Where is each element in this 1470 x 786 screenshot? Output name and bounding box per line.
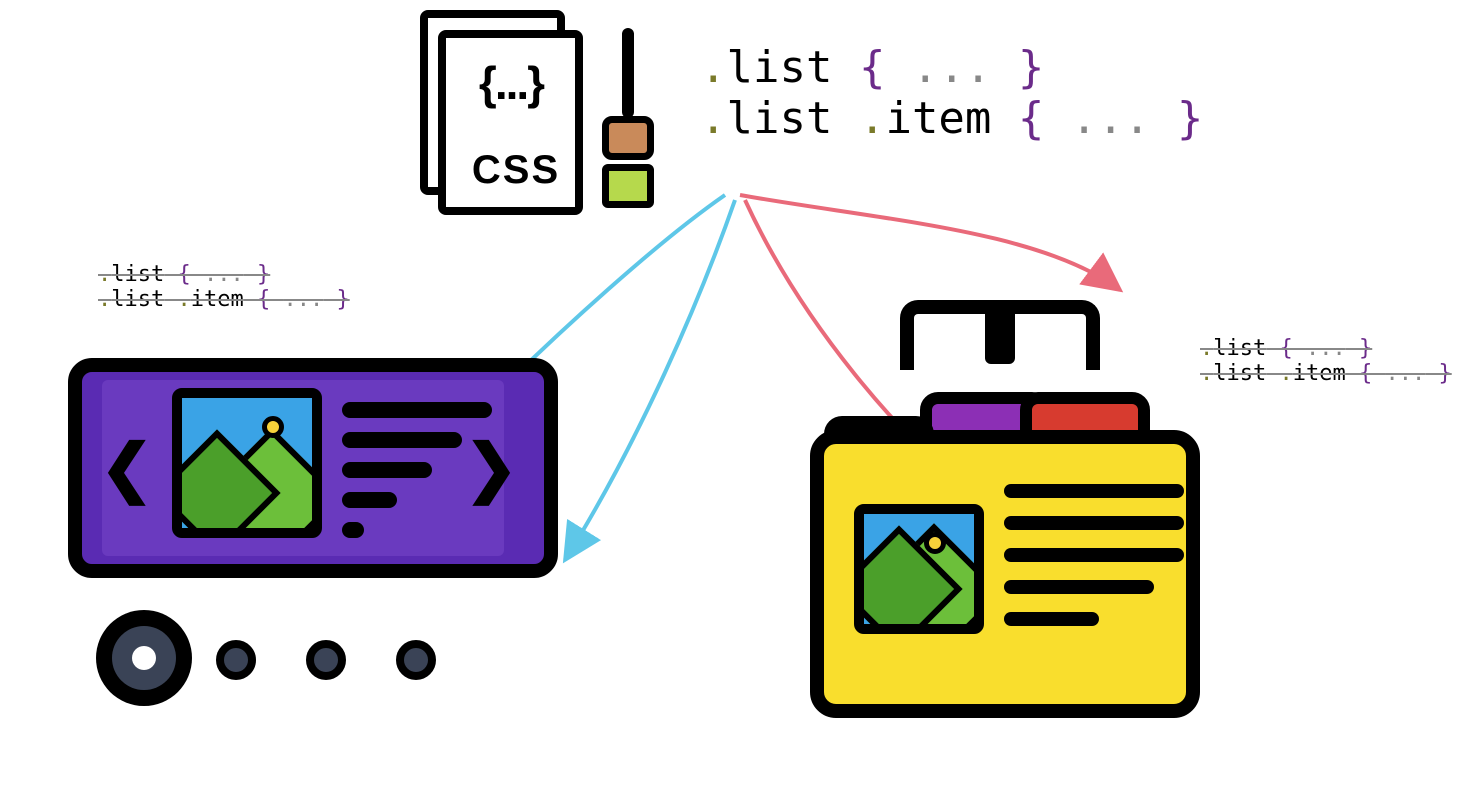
close-brace: } [1425, 361, 1452, 386]
folder-body [810, 430, 1200, 718]
class-name: item [1293, 361, 1346, 386]
dot: . [164, 287, 191, 312]
thumb-sun [262, 416, 284, 438]
code-invalid-left-line-2: .list .item { ... } [98, 287, 350, 312]
ellipsis: ... [912, 42, 991, 93]
brush-bristles [602, 164, 654, 208]
paintbrush-icon [598, 28, 658, 213]
class-name: list [727, 42, 833, 93]
dot: . [832, 93, 885, 144]
close-brace: } [244, 262, 271, 287]
css-page-front: {...} CSS [438, 30, 583, 215]
class-name: list [111, 287, 164, 312]
arrow-red-1 [740, 195, 1120, 290]
text-line [1004, 580, 1154, 594]
text-line [1004, 484, 1184, 498]
code-invalid-left: .list { ... } .list .item { ... } [98, 262, 350, 312]
carousel-component-icon: ❮ ❯ [68, 358, 558, 578]
pagination-dot-icon [216, 640, 256, 680]
text-line [342, 462, 432, 478]
dot: . [98, 262, 111, 287]
class-name: list [1213, 336, 1266, 361]
dot: . [98, 287, 111, 312]
text-line [1004, 548, 1184, 562]
open-brace: { [991, 93, 1070, 144]
open-brace: { [1346, 361, 1386, 386]
brush-ferrule [602, 116, 654, 160]
carousel-pagination-dots [96, 610, 476, 710]
text-line [342, 402, 492, 418]
ellipsis: ... [1385, 361, 1425, 386]
class-name: item [191, 287, 244, 312]
dot: . [1266, 361, 1293, 386]
dot: . [700, 93, 727, 144]
code-main: .list { ... } .list .item { ... } [700, 42, 1203, 144]
arrow-blue-2 [565, 200, 735, 560]
class-name: list [727, 93, 833, 144]
class-name: list [111, 262, 164, 287]
css-file-label: CSS [466, 148, 566, 193]
carousel-text-lines [342, 402, 492, 552]
code-invalid-right-line-1: .list { ... } [1200, 336, 1452, 361]
class-name: list [1213, 361, 1266, 386]
close-brace: } [1150, 93, 1203, 144]
folder-text-lines [1004, 484, 1184, 644]
pagination-dot-icon [396, 640, 436, 680]
image-thumbnail-icon [854, 504, 984, 634]
folder-component-icon [810, 300, 1210, 730]
folder-handle-bar [985, 308, 1015, 364]
text-line [342, 522, 364, 538]
code-main-line-1: .list { ... } [700, 42, 1203, 93]
class-name: item [885, 93, 991, 144]
thumb-sun [924, 532, 946, 554]
ellipsis: ... [283, 287, 323, 312]
brush-handle [622, 28, 634, 118]
text-line [342, 432, 462, 448]
open-brace: { [832, 42, 911, 93]
pagination-dot-active-icon [96, 610, 192, 706]
ellipsis: ... [1306, 336, 1346, 361]
pagination-dot-icon [306, 640, 346, 680]
chevron-left-icon: ❮ [100, 431, 154, 506]
close-brace: } [991, 42, 1044, 93]
open-brace: { [244, 287, 284, 312]
css-file-icon: {...} CSS [420, 10, 670, 215]
text-line [342, 492, 397, 508]
text-line [1004, 612, 1099, 626]
open-brace: { [1266, 336, 1306, 361]
css-braces: {...} [456, 56, 566, 110]
open-brace: { [164, 262, 204, 287]
ellipsis: ... [1071, 93, 1150, 144]
diagram-stage: {...} CSS .list { ... } .list .item { ..… [0, 0, 1470, 786]
close-brace: } [1346, 336, 1373, 361]
text-line [1004, 516, 1184, 530]
code-invalid-right-line-2: .list .item { ... } [1200, 361, 1452, 386]
close-brace: } [323, 287, 350, 312]
code-invalid-left-line-1: .list { ... } [98, 262, 350, 287]
code-main-line-2: .list .item { ... } [700, 93, 1203, 144]
ellipsis: ... [204, 262, 244, 287]
code-invalid-right: .list { ... } .list .item { ... } [1200, 336, 1452, 386]
image-thumbnail-icon [172, 388, 322, 538]
dot: . [700, 42, 727, 93]
